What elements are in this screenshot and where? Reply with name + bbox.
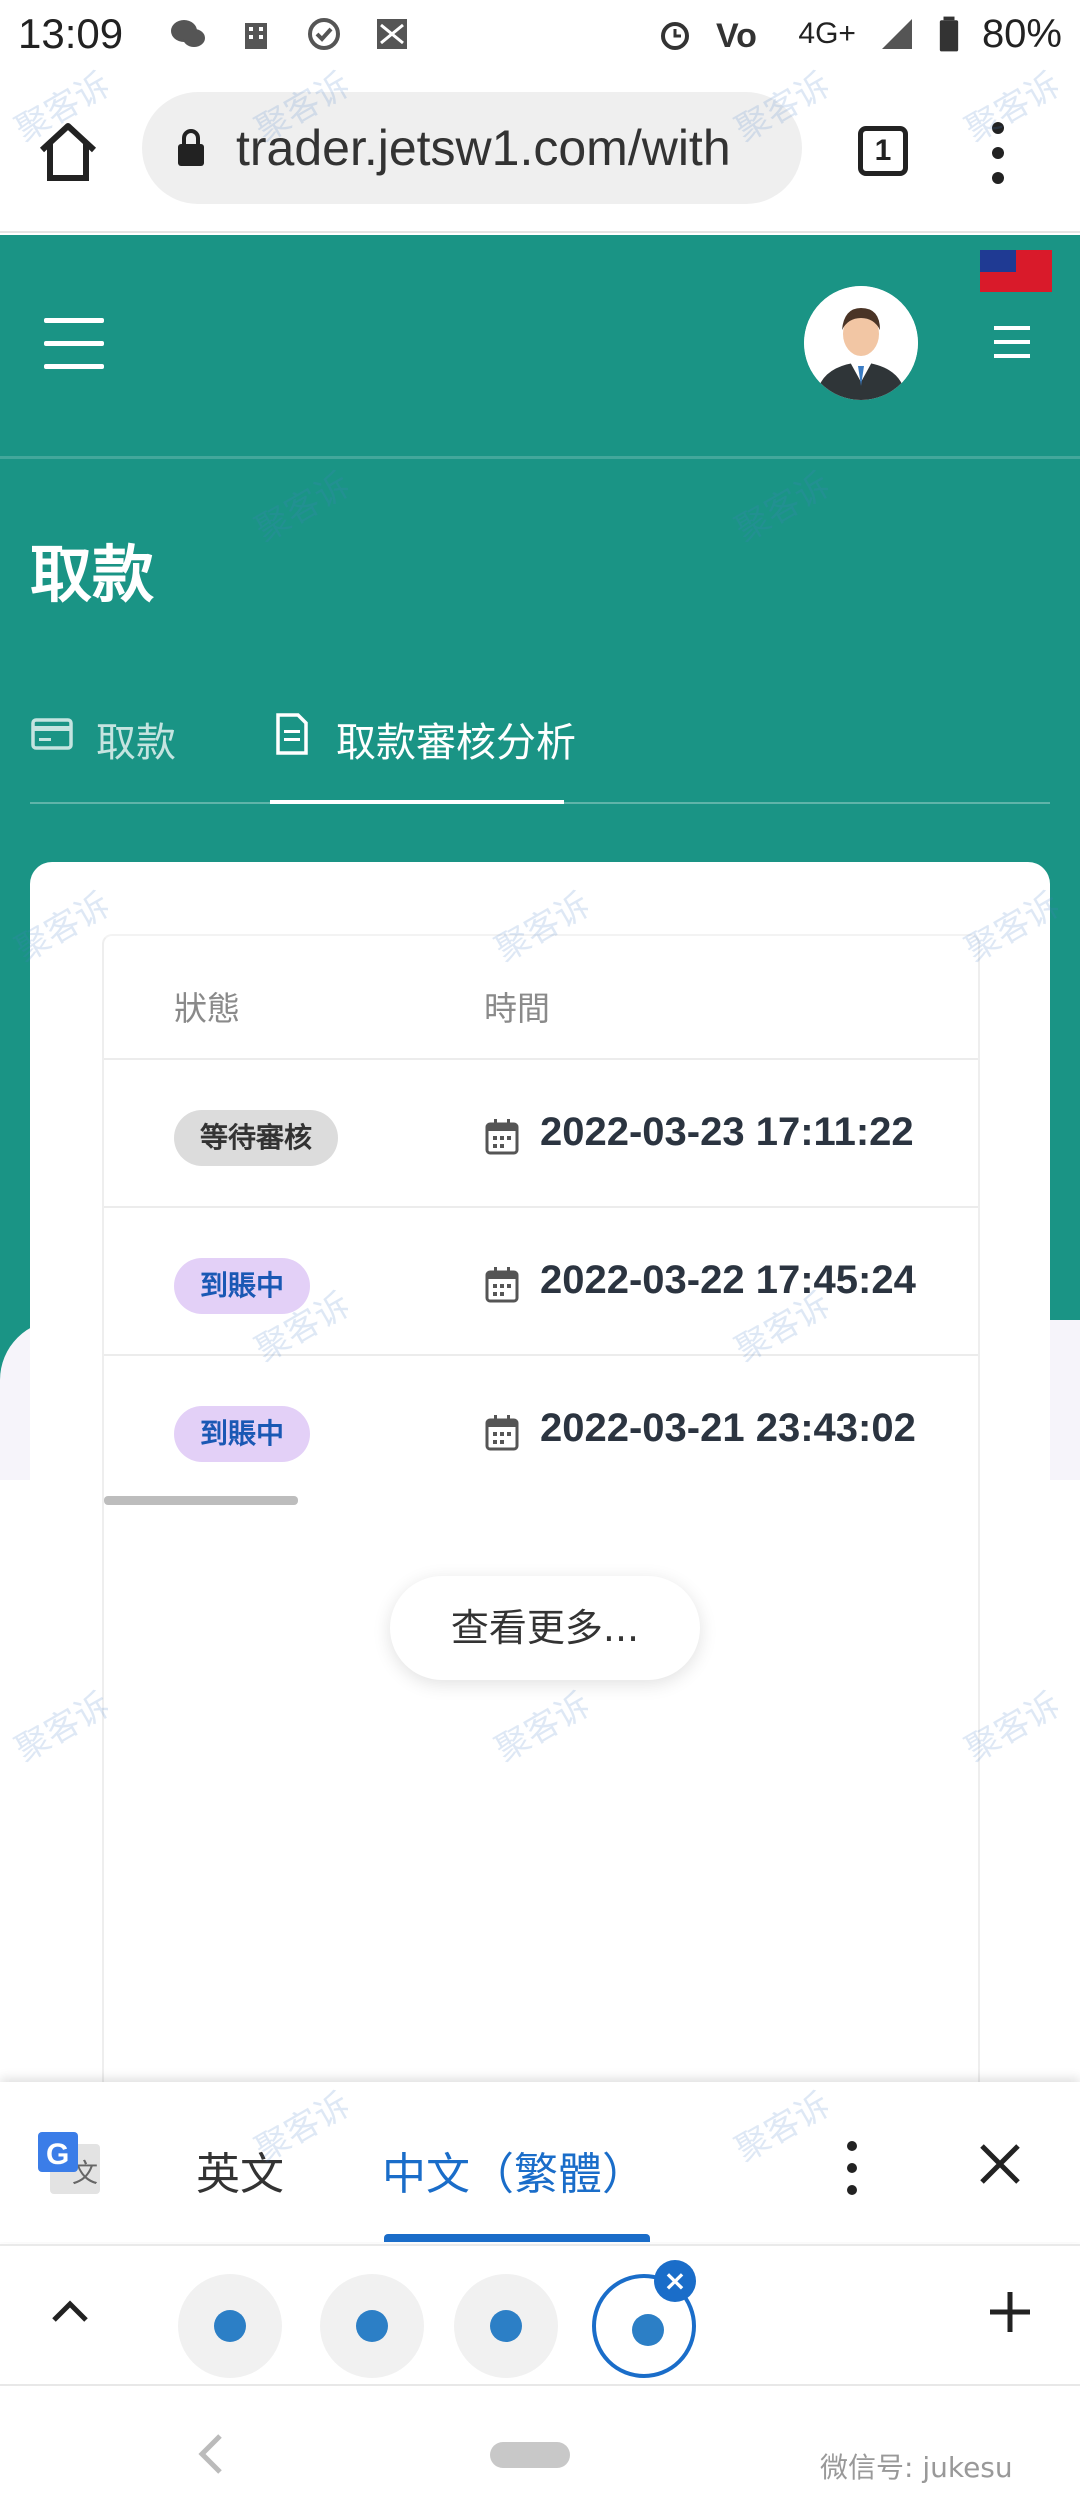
- horizontal-scrollbar[interactable]: [104, 1496, 298, 1505]
- lock-icon: [178, 129, 204, 166]
- site-favicon-icon: [214, 2310, 246, 2342]
- wechat-icon: [171, 20, 206, 47]
- app-grid-icon: [377, 19, 408, 49]
- active-tab-indicator: [270, 800, 564, 804]
- close-tab-icon[interactable]: ×: [654, 2260, 696, 2302]
- document-icon: [276, 713, 308, 755]
- records-table: 狀態 時間 等待審核 2022-03-23 17:11:22 到賬中 2022-…: [102, 934, 980, 2124]
- table-row[interactable]: 到賬中 2022-03-21 23:43:02: [104, 1356, 978, 1504]
- calendar-icon: [485, 1267, 519, 1303]
- tab-withdraw-review[interactable]: 取款審核分析: [270, 700, 576, 804]
- chevron-up-icon[interactable]: [50, 2296, 90, 2326]
- withdraw-records-card: 狀態 時間 等待審核 2022-03-23 17:11:22 到賬中 2022-…: [30, 862, 1050, 2124]
- more-vert-icon[interactable]: [840, 2138, 864, 2198]
- tab-label: 取款審核分析: [336, 720, 576, 766]
- tab-strip: ×: [0, 2244, 1080, 2384]
- user-avatar-icon: [804, 286, 918, 400]
- browser-tab[interactable]: [320, 2274, 424, 2378]
- record-datetime: 2022-03-21 23:43:02: [540, 1406, 916, 1450]
- calendar-icon: [485, 1119, 519, 1155]
- table-header: 狀態 時間: [104, 936, 978, 1060]
- back-icon[interactable]: [196, 2432, 224, 2476]
- record-datetime: 2022-03-23 17:11:22: [540, 1110, 914, 1154]
- source-language-tab[interactable]: 英文: [196, 2138, 284, 2202]
- tab-label: 取款: [96, 720, 176, 766]
- tab-withdraw[interactable]: 取款: [30, 700, 176, 804]
- side-menu-icon[interactable]: [994, 326, 1030, 360]
- load-more-button[interactable]: 查看更多...: [390, 1576, 700, 1680]
- system-nav-bar: 微信号: jukesu: [0, 2384, 1080, 2520]
- browser-tab[interactable]: [454, 2274, 558, 2378]
- signal-icon: [881, 19, 912, 49]
- table-row[interactable]: 到賬中 2022-03-22 17:45:24: [104, 1208, 978, 1356]
- battery-level: 80%: [981, 11, 1062, 56]
- battery-icon: [939, 16, 959, 52]
- table-row[interactable]: 等待審核 2022-03-23 17:11:22: [104, 1060, 978, 1208]
- header-divider: [0, 456, 1080, 459]
- building-icon: [245, 23, 268, 49]
- page-title: 取款: [30, 538, 155, 611]
- column-header-status: 狀態: [174, 989, 240, 1028]
- home-icon[interactable]: [36, 120, 100, 184]
- site-favicon-icon: [632, 2314, 664, 2346]
- status-bar: 13:09 Vo 4G+ 80%: [0, 0, 1080, 68]
- tab-bar: 取款 取款審核分析: [30, 700, 1050, 804]
- status-badge: 到賬中: [174, 1258, 311, 1314]
- network-type: 4G+: [798, 17, 856, 50]
- browser-tab[interactable]: [178, 2274, 282, 2378]
- language-tab-indicator: [384, 2234, 650, 2242]
- svg-text:Vo: Vo: [716, 17, 757, 51]
- close-icon[interactable]: [978, 2142, 1022, 2186]
- status-badge: 等待審核: [174, 1110, 339, 1166]
- hamburger-menu-icon[interactable]: [44, 318, 104, 370]
- site-favicon-icon: [490, 2310, 522, 2342]
- browser-toolbar: trader.jetsw1.com/with 1: [0, 68, 1080, 233]
- watermark-corner-text: 微信号: jukesu: [820, 2451, 1013, 2484]
- record-datetime: 2022-03-22 17:45:24: [540, 1258, 916, 1302]
- plus-icon[interactable]: [988, 2290, 1032, 2334]
- language-flag-icon[interactable]: [980, 250, 1052, 292]
- site-favicon-icon: [356, 2310, 388, 2342]
- translate-bar: 文G 英文 中文（繁體）: [0, 2082, 1080, 2242]
- volte-icon: Vo: [716, 17, 757, 51]
- url-text: trader.jetsw1.com/with: [236, 120, 731, 176]
- svg-text:G: G: [46, 2138, 69, 2171]
- tab-switcher-button[interactable]: 1: [858, 126, 908, 176]
- avatar[interactable]: [804, 286, 918, 400]
- alarm-icon: [661, 22, 690, 50]
- sync-icon: [308, 18, 341, 50]
- column-header-time: 時間: [484, 989, 550, 1028]
- status-badge: 到賬中: [174, 1406, 311, 1462]
- status-time: 13:09: [18, 10, 124, 57]
- google-translate-icon: 文G: [38, 2132, 100, 2194]
- calendar-icon: [485, 1415, 519, 1451]
- url-bar[interactable]: trader.jetsw1.com/with: [142, 92, 802, 204]
- system-status: Vo 4G+ 80%: [656, 12, 1062, 57]
- card-icon: [31, 718, 73, 750]
- browser-menu-icon[interactable]: [978, 118, 1018, 188]
- target-language-tab[interactable]: 中文（繁體）: [382, 2138, 646, 2202]
- home-gesture-pill[interactable]: [490, 2442, 570, 2468]
- notification-icons: [169, 17, 411, 51]
